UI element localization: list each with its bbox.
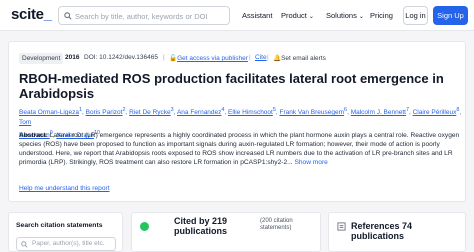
meta-year: 2016	[65, 54, 80, 61]
search-input[interactable]	[75, 9, 225, 23]
search-icon	[64, 12, 72, 20]
author-affiliation: 4	[221, 107, 225, 113]
login-button[interactable]: Log in	[403, 6, 428, 25]
cite-link[interactable]: Cite	[255, 54, 267, 61]
references-count: References 74 publications	[351, 221, 413, 241]
paper-card: Development 2016 DOI: 10.1242/dev.136465…	[8, 41, 466, 202]
nav-product[interactable]: Product ⌄	[281, 11, 314, 20]
nav-solutions[interactable]: Solutions ⌄	[326, 11, 364, 20]
author-link[interactable]: Ellie Himschoot	[228, 109, 273, 116]
citation-search-panel: Search citation statements Paper, author…	[8, 212, 123, 252]
author-link[interactable]: Tom	[19, 119, 31, 126]
lock-icon: 🔓	[169, 55, 178, 62]
search-box[interactable]	[58, 6, 230, 25]
author-affiliation: 3	[170, 107, 174, 113]
chevron-down-icon: ⌄	[358, 14, 364, 20]
access-link[interactable]: 🔓Get access via publisher	[169, 54, 248, 62]
abstract: Abstract: Lateral root (LR) emergence re…	[19, 132, 460, 167]
signup-button[interactable]: Sign Up	[433, 6, 468, 25]
meta-doi: DOI: 10.1242/dev.136465	[84, 54, 158, 61]
author-link[interactable]: Frank Van Breusegem	[279, 109, 344, 116]
citation-search-input[interactable]: Paper, author(s), title etc.	[16, 237, 116, 251]
author-link[interactable]: Ana Fernandez	[177, 109, 221, 116]
scite-logo[interactable]: scite_	[11, 6, 52, 23]
bell-icon: 🔔	[273, 55, 282, 62]
citation-statements-count: (200 citation statements)	[260, 218, 293, 231]
chevron-down-icon: ⌄	[308, 14, 314, 20]
email-alert-link[interactable]: 🔔Set email alerts	[273, 54, 326, 62]
nav-assistant[interactable]: Assistant	[242, 11, 272, 20]
references-icon	[337, 222, 346, 231]
author-link[interactable]: Claire Périlleux	[413, 109, 457, 116]
nav-pricing[interactable]: Pricing	[370, 11, 393, 20]
author-affiliation: 7	[405, 107, 409, 113]
author-affiliation: 8	[456, 107, 460, 113]
author-link[interactable]: Malcolm J. Bennett	[351, 109, 406, 116]
search-icon	[21, 241, 28, 248]
citation-icon	[140, 222, 149, 231]
author-affiliation: 5	[272, 107, 276, 113]
help-understand-link[interactable]: Help me understand this report	[19, 185, 110, 192]
show-more-link[interactable]: Show more	[294, 159, 327, 166]
author-affiliation: 1	[78, 107, 82, 113]
journal-badge[interactable]: Development	[19, 53, 64, 64]
author-link[interactable]: Boris Parizot	[86, 109, 123, 116]
author-affiliation: 2	[122, 107, 126, 113]
cited-by-panel[interactable]: Cited by 219 publications (200 citation st…	[131, 212, 321, 252]
author-link[interactable]: Riet De Rycke	[129, 109, 171, 116]
cited-by-count[interactable]: Cited by 219 publications	[174, 216, 227, 236]
paper-title: RBOH-mediated ROS production facilitates…	[19, 71, 444, 101]
references-panel[interactable]: References 74 publications	[328, 212, 466, 252]
author-link[interactable]: Beata Orman-Ligeza	[19, 109, 79, 116]
author-affiliation: 6	[344, 107, 348, 113]
citation-search-title: Search citation statements	[16, 222, 103, 229]
top-navbar: scite_ Assistant Product⌄ Solutions⌄ Pri…	[0, 0, 474, 31]
